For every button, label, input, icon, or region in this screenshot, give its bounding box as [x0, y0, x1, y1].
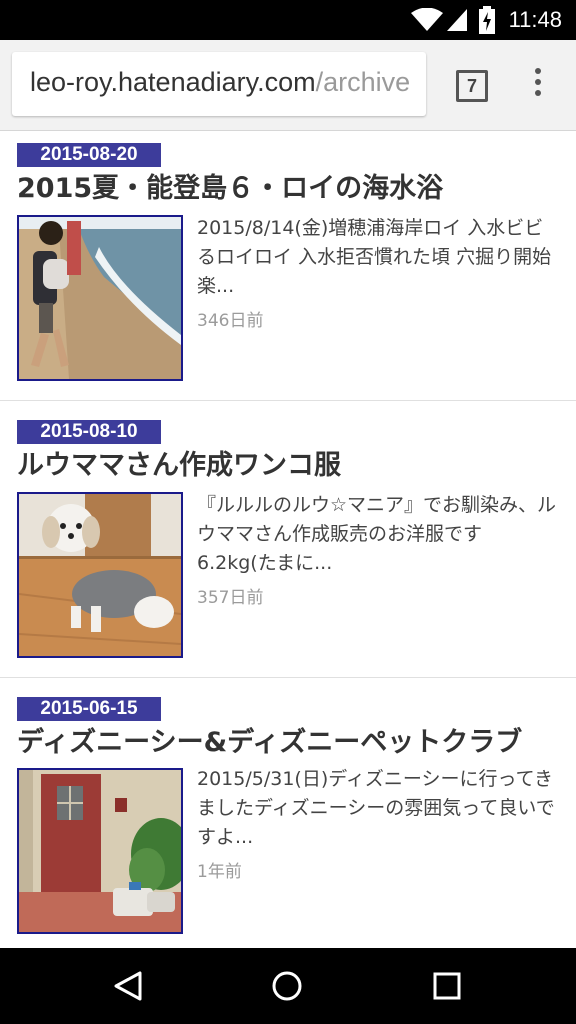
wifi-icon [411, 8, 443, 31]
url-text[interactable]: leo-roy.hatenadiary.com/archive [30, 67, 410, 98]
home-icon[interactable] [271, 970, 303, 1002]
status-time: 11:48 [508, 7, 562, 32]
entry-date-badge: 2015-08-10 [17, 420, 161, 444]
archive-entry[interactable]: 2015-08-20 2015夏・能登島６・ロイの海水浴 2015/8/14(金… [0, 130, 576, 401]
recents-icon[interactable] [432, 971, 462, 1001]
url-bar[interactable]: leo-roy.hatenadiary.com/archive [12, 52, 426, 116]
entry-age: 346日前 [197, 311, 264, 331]
url-path: /archive [315, 67, 411, 97]
entry-title-link[interactable]: 2015夏・能登島６・ロイの海水浴 [17, 166, 443, 205]
browser-toolbar: leo-roy.hatenadiary.com/archive 7 [0, 40, 576, 131]
cell-signal-icon [447, 9, 467, 31]
tab-switcher-button[interactable]: 7 [456, 70, 488, 102]
entry-date-badge: 2015-08-20 [17, 143, 161, 167]
entry-thumbnail[interactable] [17, 492, 183, 658]
status-bar: 11:48 [0, 0, 576, 40]
entry-age: 357日前 [197, 588, 264, 608]
url-host: leo-roy.hatenadiary.com [30, 67, 316, 97]
archive-entry[interactable]: 2015-06-15 ディズニーシー&ディズニーペットクラブ 2015/5/31… [0, 678, 576, 948]
entry-age: 1年前 [197, 862, 242, 882]
entry-summary: 2015/8/14(金)増穂浦海岸ロイ 入水ビビるロイロイ 入水拒否慣れた頃 穴… [197, 217, 552, 297]
entry-title-link[interactable]: ディズニーシー&ディズニーペットクラブ [17, 720, 522, 759]
entry-summary: 2015/5/31(日)ディズニーシーに行ってきましたディズニーシーの雰囲気って… [197, 768, 555, 848]
beach-photo [19, 217, 181, 379]
overflow-menu-icon[interactable] [528, 68, 548, 104]
entry-summary: 『ルルルのルウ☆マニア』でお馴染み、ルウママさん作成販売のお洋服です6.2kg(… [197, 494, 557, 574]
system-nav-bar [0, 948, 576, 1024]
entry-thumbnail[interactable] [17, 215, 183, 381]
battery-charging-icon [479, 6, 495, 34]
dog-photo [19, 494, 181, 656]
entry-date-badge: 2015-06-15 [17, 697, 161, 721]
door-photo [19, 770, 181, 932]
back-icon[interactable] [112, 970, 144, 1002]
archive-entry[interactable]: 2015-08-10 ルウママさん作成ワンコ服 『ルルルのルウ☆マニア』でお馴染… [0, 401, 576, 678]
entry-title-link[interactable]: ルウママさん作成ワンコ服 [17, 443, 341, 482]
entry-thumbnail[interactable] [17, 768, 183, 934]
